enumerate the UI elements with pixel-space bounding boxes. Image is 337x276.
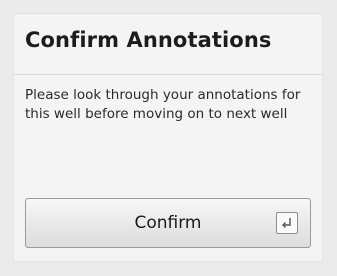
confirm-button-label: Confirm bbox=[134, 213, 202, 233]
title-divider bbox=[14, 74, 322, 75]
confirm-annotations-panel: Confirm Annotations Please look through … bbox=[13, 13, 323, 262]
panel-title: Confirm Annotations bbox=[25, 28, 272, 52]
enter-key-icon bbox=[276, 212, 298, 234]
instruction-text: Please look through your annotations for… bbox=[25, 87, 301, 122]
confirm-button[interactable]: Confirm bbox=[25, 198, 311, 248]
